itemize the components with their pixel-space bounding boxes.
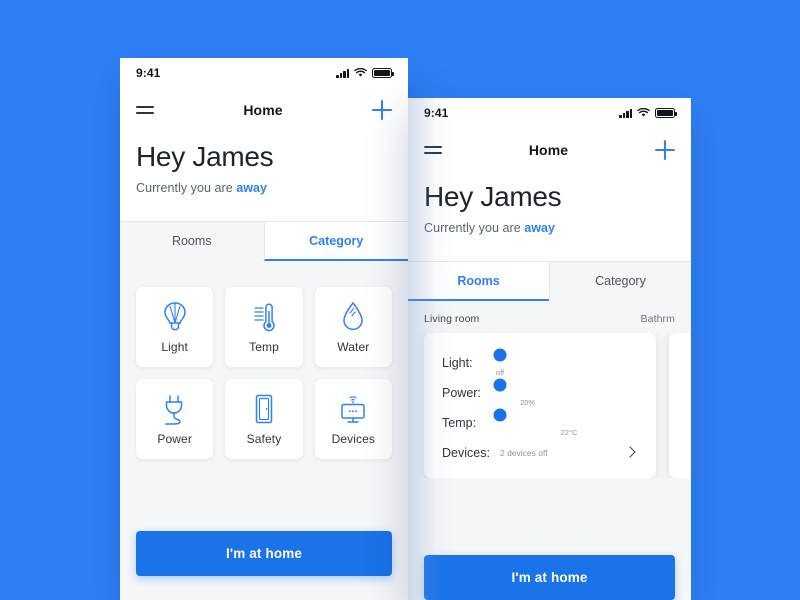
nav-bar: Home bbox=[408, 128, 691, 172]
door-icon bbox=[253, 392, 275, 426]
water-drop-icon bbox=[341, 300, 365, 334]
category-card-devices[interactable]: Devices bbox=[314, 378, 392, 459]
greeting-title: Hey James bbox=[136, 141, 274, 172]
tab-bar: Rooms Category bbox=[408, 260, 691, 301]
greeting-sub-prefix: Currently you are bbox=[424, 220, 525, 235]
greeting-sub-prefix: Currently you are bbox=[136, 180, 237, 195]
cta-container: I'm at home bbox=[120, 531, 408, 600]
devices-status-text: 2 devices off bbox=[500, 448, 548, 459]
category-label: Water bbox=[337, 339, 370, 354]
control-label: Light: bbox=[442, 355, 473, 370]
status-clock: 9:41 bbox=[424, 106, 449, 120]
control-label: Devices: bbox=[442, 445, 490, 460]
category-label: Light bbox=[161, 339, 188, 354]
room-tab-bathroom[interactable]: Bathrm bbox=[641, 313, 675, 325]
greeting-title: Hey James bbox=[424, 181, 562, 212]
lightbulb-icon bbox=[162, 300, 188, 334]
slider-knob[interactable] bbox=[493, 408, 507, 422]
im-at-home-button[interactable]: I'm at home bbox=[136, 531, 392, 576]
status-icon-group bbox=[619, 108, 678, 118]
wifi-icon bbox=[637, 108, 650, 117]
greeting-subtitle: Currently you are away bbox=[136, 181, 392, 195]
category-card-power[interactable]: Power bbox=[136, 378, 214, 459]
room-tab-living-room[interactable]: Living room bbox=[424, 313, 479, 325]
plus-icon[interactable] bbox=[654, 140, 675, 160]
slider-value-label: off bbox=[495, 367, 505, 377]
rooms-panel: Living room Bathrm Light: off Power: 20%… bbox=[408, 300, 691, 600]
signal-bars-icon bbox=[336, 68, 349, 78]
control-row-light: Light: off bbox=[442, 348, 638, 377]
room-card-living-room: Light: off Power: 20% Temp: 22°C Devices… bbox=[424, 332, 656, 478]
status-bar: 9:41 bbox=[408, 98, 691, 128]
tab-rooms[interactable]: Rooms bbox=[120, 221, 264, 261]
page-title: Home bbox=[243, 102, 283, 118]
room-card-bathroom[interactable] bbox=[669, 332, 691, 478]
category-label: Power bbox=[157, 431, 192, 446]
signal-bars-icon bbox=[619, 108, 632, 118]
room-tab-bar: Living room Bathrm bbox=[408, 301, 691, 333]
category-card-water[interactable]: Water bbox=[314, 286, 392, 367]
greeting-block: Hey James Currently you are away bbox=[120, 132, 408, 221]
tab-category[interactable]: Category bbox=[549, 261, 691, 301]
category-label: Devices bbox=[331, 431, 376, 446]
power-plug-icon bbox=[161, 392, 189, 426]
slider-knob[interactable] bbox=[493, 348, 507, 362]
status-link-away[interactable]: away bbox=[236, 181, 267, 195]
status-icon-group bbox=[336, 68, 395, 78]
tab-rooms[interactable]: Rooms bbox=[408, 261, 549, 301]
plus-icon[interactable] bbox=[371, 100, 392, 120]
category-card-light[interactable]: Light bbox=[136, 286, 214, 367]
control-row-temp: Temp: 22°C bbox=[442, 408, 638, 437]
monitor-wifi-icon bbox=[338, 392, 368, 426]
control-row-power: Power: 20% bbox=[442, 378, 638, 407]
status-link-away[interactable]: away bbox=[524, 221, 555, 235]
status-clock: 9:41 bbox=[136, 66, 161, 80]
phone-screen-rooms: 9:41 Home Hey James Currently you are aw… bbox=[408, 98, 691, 600]
category-label: Safety bbox=[246, 431, 282, 446]
status-bar: 9:41 bbox=[120, 58, 408, 88]
control-row-devices[interactable]: Devices: 2 devices off bbox=[442, 445, 638, 460]
greeting-block: Hey James Currently you are away bbox=[408, 172, 691, 261]
room-card-carousel[interactable]: Light: off Power: 20% Temp: 22°C Devices… bbox=[408, 332, 691, 478]
chevron-right-icon[interactable] bbox=[624, 446, 636, 458]
category-panel: Light Temp Water Power Safety Devices I'… bbox=[120, 260, 408, 600]
control-label: Power: bbox=[442, 385, 481, 400]
im-at-home-button[interactable]: I'm at home bbox=[424, 555, 675, 600]
phone-screen-category: 9:41 Home Hey James Currently you are aw… bbox=[120, 58, 408, 600]
control-label: Temp: bbox=[442, 415, 477, 430]
battery-icon bbox=[655, 108, 678, 118]
category-grid: Light Temp Water Power Safety Devices bbox=[120, 261, 408, 459]
category-label: Temp bbox=[249, 339, 279, 354]
page-title: Home bbox=[528, 142, 569, 158]
thermometer-icon bbox=[250, 300, 278, 334]
greeting-subtitle: Currently you are away bbox=[424, 221, 675, 235]
cta-container: I'm at home bbox=[408, 555, 691, 600]
nav-bar: Home bbox=[120, 88, 408, 132]
slider-value-label: 20% bbox=[520, 397, 536, 407]
slider-value-label: 22°C bbox=[560, 427, 578, 437]
hamburger-icon[interactable] bbox=[136, 106, 154, 114]
battery-icon bbox=[372, 68, 395, 78]
tab-category[interactable]: Category bbox=[263, 221, 408, 261]
slider-knob[interactable] bbox=[493, 378, 507, 392]
wifi-icon bbox=[354, 68, 367, 77]
room-tab-spacer bbox=[479, 313, 640, 325]
tab-bar: Rooms Category bbox=[120, 220, 408, 261]
category-card-safety[interactable]: Safety bbox=[225, 378, 303, 459]
hamburger-icon[interactable] bbox=[424, 146, 442, 154]
category-card-temp[interactable]: Temp bbox=[225, 286, 303, 367]
